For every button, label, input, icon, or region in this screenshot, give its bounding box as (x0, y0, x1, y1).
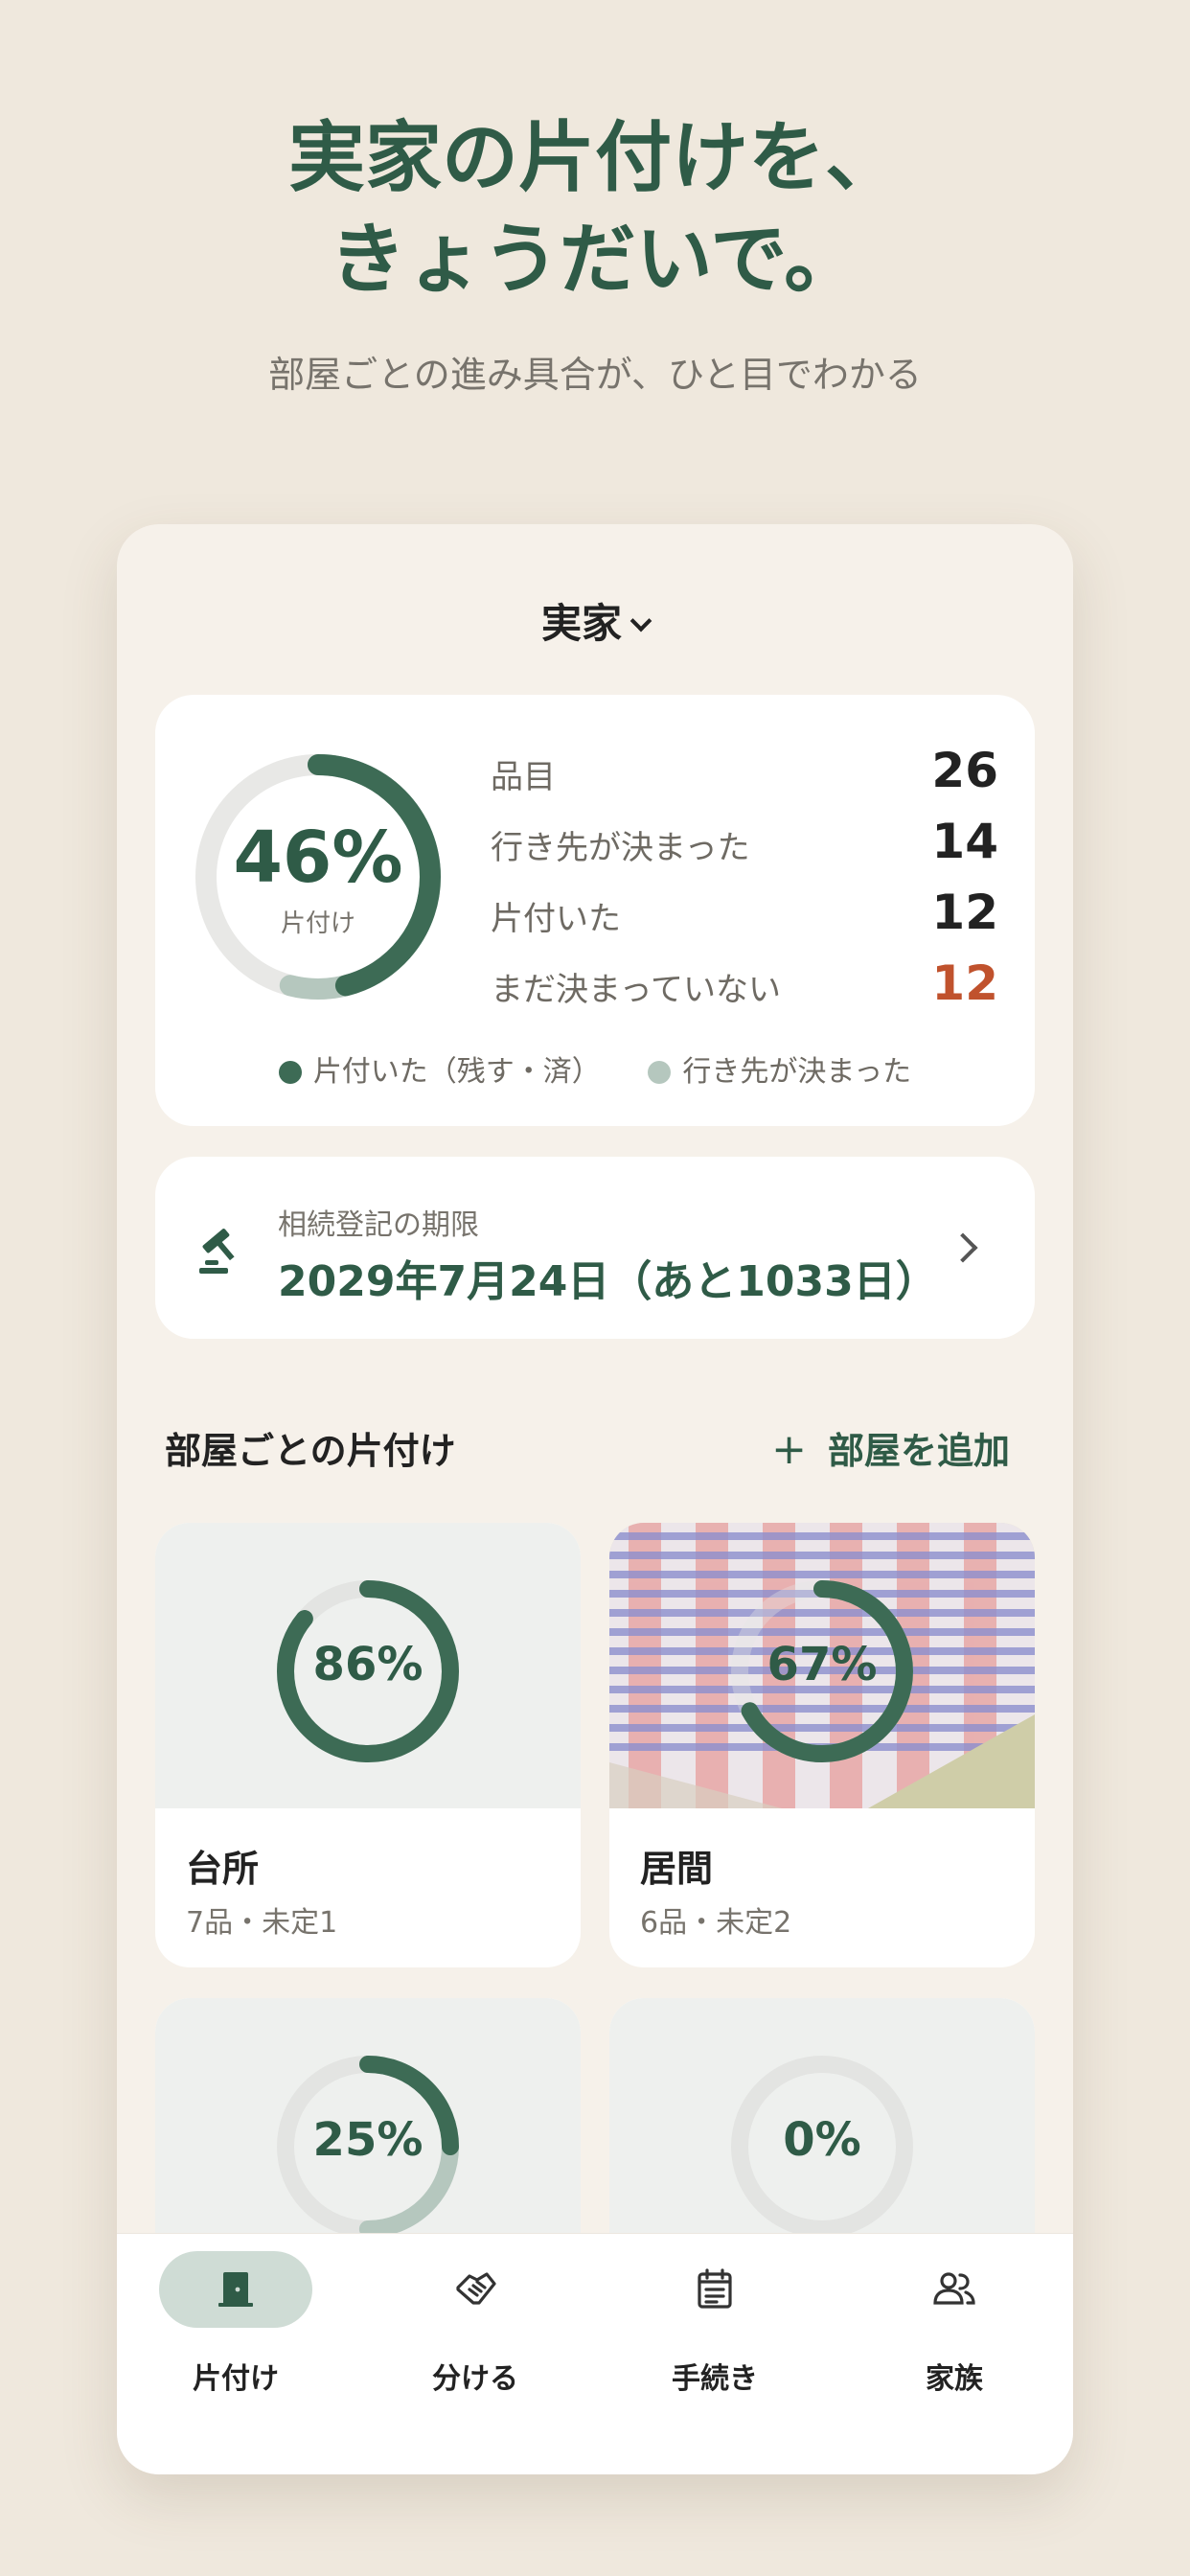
room-name: 台所 (186, 1848, 260, 1890)
tab-label: 片付け (193, 2362, 279, 2396)
hero-subline: 部屋ごとの進み具合が、ひと目でわかる (268, 354, 922, 396)
summary-card: 46% 片付け 品目 26 行き先が決まった 14 片付いた 12 まだ決まって… (155, 695, 1035, 1126)
stat-label: 行き先が決まった (491, 829, 750, 867)
stat-label: 品目 (491, 758, 556, 796)
overall-progress-ring: 46% 片付け (194, 752, 443, 1001)
stat-value: 12 (931, 885, 998, 940)
gavel-icon (199, 1229, 235, 1274)
stat-label: まだ決まっていない (491, 971, 781, 1009)
stat-value: 26 (931, 743, 998, 798)
legend-item-done: 片付いた（残す・済） (278, 1047, 601, 1090)
legend-item-decided: 行き先が決まった (648, 1047, 911, 1090)
room-meta: 7品・未定1 (186, 1906, 338, 1940)
legend-label: 行き先が決まった (682, 1055, 912, 1089)
tab-tidy[interactable]: 片付け (140, 2251, 332, 2396)
stat-row-undecided: まだ決まっていない 12 (491, 955, 998, 1013)
inheritance-deadline-card[interactable]: 相続登記の期限 2029年7月24日（あと1033日） (155, 1157, 1035, 1339)
handshake-icon (456, 2272, 496, 2305)
stat-label: 片付いた (491, 900, 621, 938)
room-photo: 67% (609, 1523, 1035, 1808)
legend-label: 片付いた（残す・済） (312, 1055, 601, 1089)
room-name: 居間 (640, 1848, 714, 1890)
room-percent: 0% (783, 2113, 861, 2167)
bottom-tab-bar: 片付け 分ける 手続き 家族 (117, 2233, 1073, 2474)
tab-divide[interactable]: 分ける (379, 2251, 571, 2396)
tab-label: 分ける (432, 2362, 518, 2396)
hero-headline: 実家の片付けを、 きょうだいで。 (0, 107, 1190, 310)
legend-dot-done (278, 1061, 302, 1084)
calendar-icon (698, 2268, 732, 2309)
door-icon (218, 2272, 253, 2307)
hero-headline-line2: きょうだいで。 (329, 215, 861, 304)
home-selector-label: 実家 (540, 600, 622, 647)
room-photo: 86% (155, 1523, 581, 1808)
people-icon (933, 2272, 975, 2305)
add-room-button[interactable]: + 部屋を追加 (771, 1421, 1010, 1474)
tab-label: 家族 (926, 2362, 983, 2396)
hero-headline-line1: 実家の片付けを、 (288, 113, 902, 202)
home-selector[interactable]: 実家 (117, 591, 1073, 650)
room-card-living[interactable]: 67% 居間 6品・未定2 (609, 1523, 1035, 1967)
legend-dot-decided (648, 1061, 672, 1084)
deadline-label: 相続登記の期限 (278, 1208, 479, 1242)
room-percent: 86% (312, 1638, 423, 1691)
overall-percent-caption: 片付け (280, 909, 355, 938)
stat-value-warning: 12 (931, 955, 998, 1011)
tab-procedures[interactable]: 手続き (619, 2251, 811, 2396)
room-meta: 6品・未定2 (640, 1906, 792, 1940)
deadline-value: 2029年7月24日（あと1033日） (278, 1257, 938, 1306)
app-screen: 実家 46% 片付け 品目 26 行き先が決まった 14 片付いた 12 まだ決… (117, 524, 1073, 2474)
rooms-section-title: 部屋ごとの片付け (165, 1430, 456, 1472)
stat-row-items: 品目 26 (491, 743, 998, 800)
room-card-kitchen[interactable]: 86% 台所 7品・未定1 (155, 1523, 581, 1967)
chevron-right-icon (948, 1232, 978, 1263)
stat-value: 14 (931, 814, 998, 869)
room-percent: 25% (312, 2113, 423, 2167)
overall-percent: 46% (233, 816, 403, 899)
stat-row-decided: 行き先が決まった 14 (491, 814, 998, 871)
chevron-down-icon (629, 610, 652, 632)
tab-family[interactable]: 家族 (858, 2251, 1050, 2396)
room-percent: 67% (767, 1638, 878, 1691)
progress-legend: 片付いた（残す・済） 行き先が決まった (155, 1047, 1035, 1090)
tab-label: 手続き (672, 2362, 758, 2396)
plus-icon: + (771, 1425, 807, 1474)
stat-row-done: 片付いた 12 (491, 885, 998, 942)
add-room-label: 部屋を追加 (827, 1430, 1010, 1472)
